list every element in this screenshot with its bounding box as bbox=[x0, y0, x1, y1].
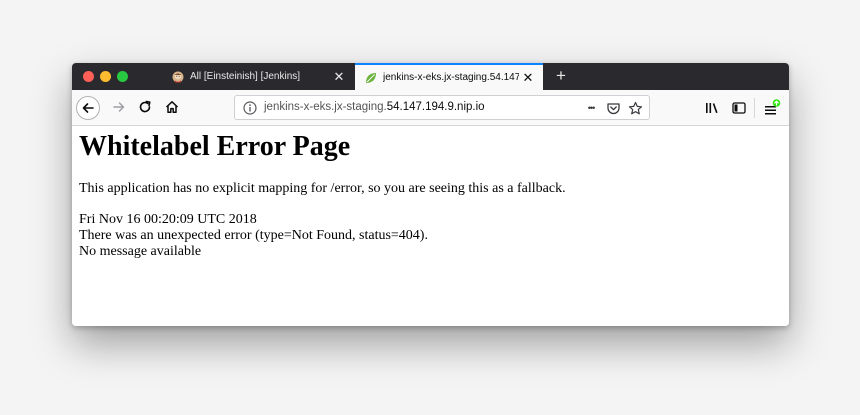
navigation-toolbar: jenkins-x-eks.jx-staging.54.147.194.9.ni… bbox=[72, 90, 789, 126]
page-title: Whitelabel Error Page bbox=[79, 131, 351, 162]
tab-title: All [Einsteinish] [Jenkins] bbox=[190, 71, 301, 82]
back-button[interactable] bbox=[76, 96, 100, 120]
close-tab-icon[interactable]: ✕ bbox=[330, 69, 348, 85]
star-icon bbox=[628, 101, 642, 114]
reload-button[interactable] bbox=[134, 96, 156, 118]
home-icon bbox=[165, 101, 179, 113]
library-button[interactable] bbox=[703, 99, 721, 117]
menu-button[interactable] bbox=[763, 99, 781, 117]
close-tab-icon[interactable]: ✕ bbox=[519, 70, 537, 86]
url-text[interactable]: jenkins-x-eks.jx-staging.54.147.194.9.ni… bbox=[264, 96, 485, 119]
pocket-icon bbox=[606, 102, 620, 114]
spring-leaf-favicon bbox=[366, 72, 376, 83]
tab-title: jenkins-x-eks.jx-staging.54.147.194.9.ni… bbox=[383, 72, 519, 83]
library-icon bbox=[706, 103, 718, 114]
forward-button[interactable] bbox=[108, 96, 130, 118]
toolbar-separator bbox=[754, 98, 755, 118]
url-bar[interactable]: jenkins-x-eks.jx-staging.54.147.194.9.ni… bbox=[234, 95, 650, 120]
home-button[interactable] bbox=[161, 96, 183, 118]
url-prefix: jenkins-x-eks.jx-staging. bbox=[264, 101, 387, 113]
page-content: Whitelabel Error Page This application h… bbox=[72, 126, 789, 326]
bookmark-star-button[interactable] bbox=[627, 100, 643, 116]
zoom-window-button[interactable] bbox=[117, 71, 128, 82]
pocket-button[interactable] bbox=[605, 100, 621, 116]
url-host: 54.147.194.9.nip.io bbox=[386, 101, 485, 113]
sidebar-icon bbox=[732, 102, 746, 114]
error-description: There was an unexpected error (type=Not … bbox=[79, 228, 428, 243]
fallback-message: This application has no explicit mapping… bbox=[79, 181, 566, 196]
info-icon[interactable] bbox=[243, 101, 257, 115]
browser-window: All [Einsteinish] [Jenkins] ✕ jenkins-x-… bbox=[72, 63, 789, 326]
close-window-button[interactable] bbox=[83, 71, 94, 82]
error-timestamp: Fri Nov 16 00:20:09 UTC 2018 bbox=[79, 212, 257, 227]
tab-bar: All [Einsteinish] [Jenkins] ✕ jenkins-x-… bbox=[72, 63, 789, 90]
tab-jenkins[interactable]: All [Einsteinish] [Jenkins] ✕ bbox=[162, 63, 354, 90]
menu-icon bbox=[765, 99, 781, 115]
new-tab-button[interactable]: + bbox=[550, 65, 572, 87]
sidebar-toggle-button[interactable] bbox=[730, 99, 748, 117]
minimize-window-button[interactable] bbox=[100, 71, 111, 82]
tab-jenkins-x-staging[interactable]: jenkins-x-eks.jx-staging.54.147.194.9.ni… bbox=[355, 63, 543, 90]
page-actions-button[interactable]: ••• bbox=[583, 100, 599, 116]
reload-icon bbox=[139, 100, 151, 113]
jenkins-favicon bbox=[172, 71, 184, 82]
back-arrow-icon bbox=[82, 103, 94, 113]
page-actions-label: ••• bbox=[587, 103, 596, 113]
forward-arrow-icon bbox=[113, 102, 125, 112]
error-message: No message available bbox=[79, 244, 202, 259]
